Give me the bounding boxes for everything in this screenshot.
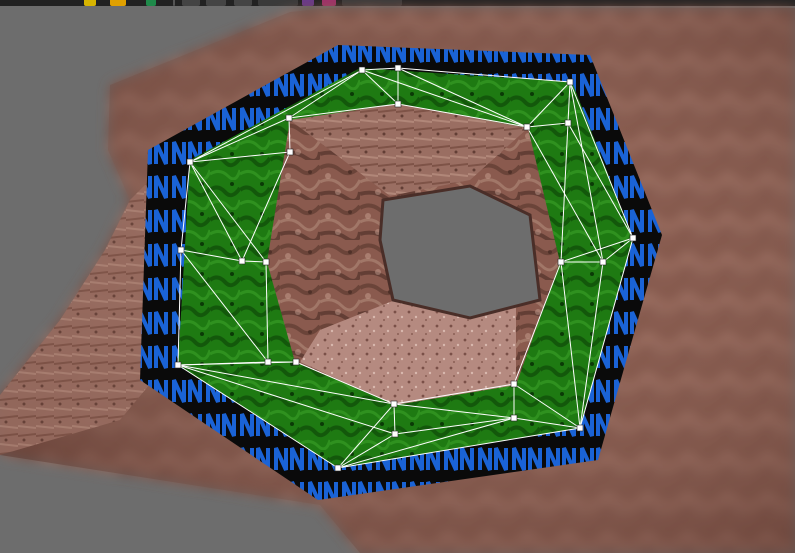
vertex-handle[interactable]: [390, 400, 398, 408]
scene-canvas[interactable]: [0, 0, 795, 553]
vertex-handle[interactable]: [292, 358, 300, 366]
vertex-handle[interactable]: [394, 100, 402, 108]
vertex-handle[interactable]: [286, 148, 294, 156]
vertex-handle[interactable]: [629, 234, 637, 242]
vertex-handle[interactable]: [391, 430, 399, 438]
vertex-handle[interactable]: [557, 258, 565, 266]
vertex-handle[interactable]: [238, 257, 246, 265]
vertex-handle[interactable]: [186, 158, 194, 166]
vertex-handle[interactable]: [576, 424, 584, 432]
vertex-handle[interactable]: [174, 361, 182, 369]
vertex-handle[interactable]: [394, 64, 402, 72]
vertex-handle[interactable]: [566, 78, 574, 86]
vertex-handle[interactable]: [510, 414, 518, 422]
vertex-handle[interactable]: [334, 464, 342, 472]
vertex-handle[interactable]: [177, 246, 185, 254]
vertex-handle[interactable]: [358, 66, 366, 74]
vertex-handle[interactable]: [523, 123, 531, 131]
vertex-handle[interactable]: [564, 119, 572, 127]
vertex-handle[interactable]: [262, 258, 270, 266]
vertex-handle[interactable]: [285, 114, 293, 122]
vertex-handle[interactable]: [510, 380, 518, 388]
vertex-handle[interactable]: [599, 258, 607, 266]
vertex-handle[interactable]: [264, 358, 272, 366]
tunnel-interior: [267, 104, 560, 405]
3d-viewport[interactable]: [0, 0, 795, 553]
